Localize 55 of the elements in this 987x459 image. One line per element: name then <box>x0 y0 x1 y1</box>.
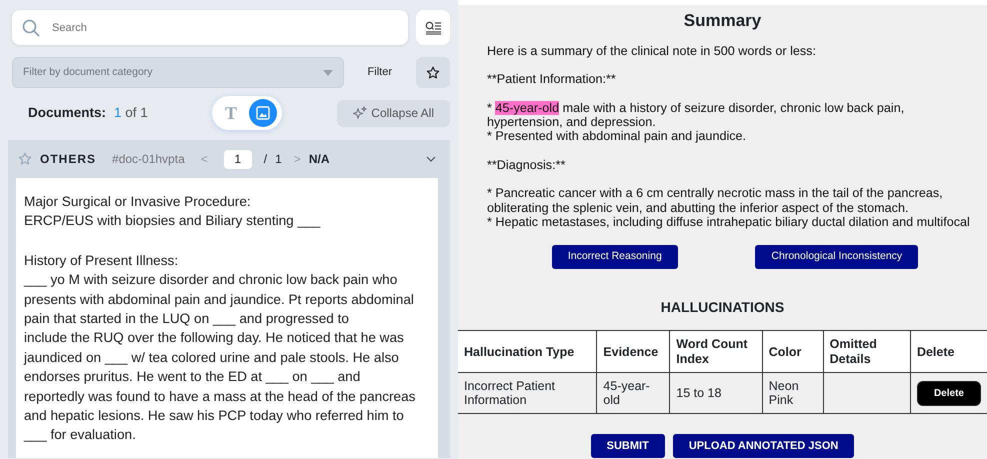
page-separator: / <box>264 151 268 168</box>
column-header: Omitted Details <box>823 330 910 373</box>
summary-paragraph: * Pancreatic cancer with a 6 cm centrally necrotic mass in the tail of the pancreas, obliterating the splenic vein, and abutting the inferior aspect of the stomach. <box>487 186 944 216</box>
column-header: Evidence <box>596 330 670 373</box>
summary-paragraph: * 45-year-old male with a history of seizure disorder, chronic low back pain, hypertension, and depression. <box>487 100 906 130</box>
summary-paragraph: * Hepatic metastases, including diffuse intrahepatic biliary ductal dilation and multifocal <box>487 215 971 230</box>
note-line: History of Present Illness: <box>24 252 180 270</box>
search-list-icon <box>425 20 441 34</box>
page-total: 1 <box>275 151 282 168</box>
advanced-search-button[interactable] <box>416 10 450 45</box>
summary-paragraph: **Diagnosis:** <box>487 158 566 172</box>
note-line: pain that started in the LUQ on ___ and progressed to <box>24 310 350 328</box>
category-button[interactable]: Chronological Inconsistency <box>755 245 918 270</box>
table-cell: Neon Pink <box>762 372 824 414</box>
image-view-toggle[interactable] <box>249 99 277 127</box>
summary-paragraph: **Patient Information:** <box>487 72 617 86</box>
summary-title: Summary <box>682 10 762 32</box>
note-line: Major Surgical or Invasive Procedure: <box>24 193 252 211</box>
table-cell: Incorrect Patient Information <box>458 372 597 414</box>
note-line: ERCP/EUS with biopsies and Biliary stenting ___ <box>24 212 322 230</box>
favorites-filter-button[interactable] <box>416 57 450 88</box>
document-count: 1 of 1 <box>114 104 148 122</box>
column-header: Delete <box>910 330 987 373</box>
column-header: Color <box>762 330 824 373</box>
page-input[interactable]: 1 <box>224 150 252 168</box>
sparkle-icon <box>353 106 368 120</box>
collapse-all-button[interactable]: Collapse All <box>337 100 450 126</box>
document-category: OTHERS <box>40 151 96 168</box>
column-header: Word Count Index <box>670 330 762 373</box>
document-id: #doc-01hvpta <box>112 151 185 168</box>
note-line: reportedly was found to have a mass at the head of the pancreas <box>24 388 416 406</box>
note-line: and hepatic lesions. He saw his PCP today who referred him to <box>24 407 405 426</box>
search-field[interactable]: Search <box>12 10 408 45</box>
image-icon <box>256 106 270 120</box>
note-line: ___ for evaluation. <box>24 426 137 444</box>
column-header: Hallucination Type <box>458 330 597 373</box>
action-button[interactable]: UPLOAD ANNOTATED JSON <box>672 434 854 458</box>
note-line: presents with abdominal pain and jaundice. Pt reports abdominal <box>24 290 415 309</box>
filter-label: Filter <box>366 65 393 80</box>
search-icon <box>22 19 40 37</box>
summary-paragraph: Here is a summary of the clinical note in 500 words or less: <box>487 44 817 58</box>
document-status: N/A <box>308 151 330 168</box>
table-cell: 45-year-old <box>596 372 670 414</box>
note-line: endorses pruritus. He went to the ED at ___ on ___ and <box>24 368 362 386</box>
hallucinations-title: HALLUCINATIONS <box>660 298 786 318</box>
delete-button[interactable]: Delete <box>916 380 981 406</box>
note-line: ___ yo M with seizure disorder and chronic low back pain who <box>24 271 398 290</box>
documents-label: Documents: <box>28 104 106 122</box>
summary-paragraph: * Presented with abdominal pain and jaundice. <box>487 129 748 144</box>
note-line: jaundiced on ___ w/ tea colored urine and pale stools. He also <box>24 348 400 367</box>
note-line: include the RUQ over the following day. He noticed that he was <box>24 329 405 348</box>
caret-icon <box>322 70 333 76</box>
table-cell: 15 to 18 <box>670 372 762 414</box>
category-button[interactable]: Incorrect Reasoning <box>552 245 678 270</box>
action-button[interactable]: SUBMIT <box>590 434 665 458</box>
